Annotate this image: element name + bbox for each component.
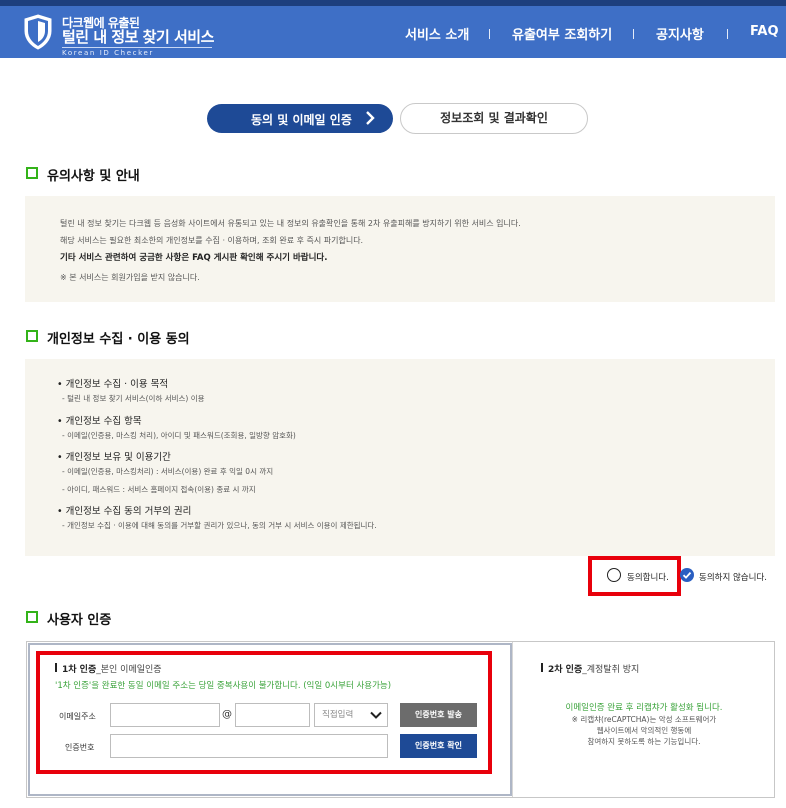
notice-line-2: 해당 서비스는 필요한 최소한의 개인정보를 수집 · 이용하며, 조회 완료 … xyxy=(60,236,364,245)
recaptcha-activation-notice: 이메일인증 완료 후 리캡챠가 활성화 됩니다. xyxy=(565,703,723,713)
notice-section-title: 유의사항 및 안내 xyxy=(47,169,140,184)
section-marker-icon xyxy=(26,167,38,179)
agree-label[interactable]: 동의합니다. xyxy=(627,571,669,583)
nav-service-intro[interactable]: 서비스 소개 xyxy=(405,24,469,43)
shield-logo-icon[interactable] xyxy=(24,14,52,50)
consent-retention-detail-1: - 이메일(인증용, 마스킹처리) : 서비스(이용) 완료 후 익일 0시 까… xyxy=(62,467,274,476)
agree-radio[interactable] xyxy=(607,568,621,582)
recaptcha-desc-1: ※ 리캡챠(reCAPTCHA)는 악성 소프트웨어가 xyxy=(571,715,717,724)
section-marker-icon xyxy=(26,611,38,623)
consent-retention-detail-2: - 아이디, 패스워드 : 서비스 홈페이지 접속(이용) 종료 시 까지 xyxy=(62,485,256,494)
recaptcha-desc-2: 웹사이트에서 악의적인 행동에 xyxy=(596,726,692,735)
step-lookup-result: 정보조회 및 결과확인 xyxy=(400,103,588,134)
nav-divider xyxy=(489,29,490,39)
consent-section-title: 개인정보 수집 · 이용 동의 xyxy=(47,332,190,347)
checkmark-icon xyxy=(682,571,692,579)
step-consent-label: 동의 및 이메일 인증 xyxy=(251,113,352,127)
nav-leak-check[interactable]: 유출여부 조회하기 xyxy=(512,24,612,43)
second-auth-title: 2차 인증_계정탈취 방지 xyxy=(548,662,639,675)
nav-divider xyxy=(633,29,634,39)
second-auth-title-main: 2차 인증 xyxy=(548,665,583,675)
nav-divider xyxy=(727,29,728,39)
consent-refuse-detail: - 개인정보 수집 · 이용에 대해 동의를 거부할 권리가 있으나, 동의 거… xyxy=(62,521,377,530)
nav-notice[interactable]: 공지사항 xyxy=(656,24,704,43)
notice-line-1: 털린 내 정보 찾기는 다크웹 등 음성화 사이트에서 유통되고 있는 내 정보… xyxy=(60,219,521,228)
nav-faq[interactable]: FAQ xyxy=(750,24,779,39)
email-auth-highlight-frame xyxy=(36,651,492,774)
consent-panel: • 개인정보 수집 · 이용 목적 - 털린 내 정보 찾기 서비스(이하 서비… xyxy=(25,359,775,556)
recaptcha-desc-3: 참여하지 못하도록 하는 기능입니다. xyxy=(587,737,701,746)
disagree-radio-checked[interactable] xyxy=(680,568,694,582)
logo-title[interactable]: 털린 내 정보 찾기 서비스 xyxy=(62,26,214,47)
consent-purpose-detail: - 털린 내 정보 찾기 서비스(이하 서비스) 이용 xyxy=(62,394,205,403)
consent-purpose-heading: • 개인정보 수집 · 이용 목적 xyxy=(57,379,169,390)
consent-refuse-heading: • 개인정보 수집 동의 거부의 권리 xyxy=(57,506,192,517)
consent-items-detail: - 이메일(인증용, 마스킹 처리), 아이디 및 패스워드(조회용, 일방향 … xyxy=(62,431,296,440)
site-header: 다크웹에 유출된 털린 내 정보 찾기 서비스 Korean ID Checke… xyxy=(0,6,786,58)
consent-items-heading: • 개인정보 수집 항목 xyxy=(57,416,142,427)
auth-section-title: 사용자 인증 xyxy=(47,613,112,628)
notice-line-4: ※ 본 서비스는 회원가입을 받지 않습니다. xyxy=(60,273,200,282)
section-marker-icon xyxy=(26,330,38,342)
title-bar-marker xyxy=(541,663,543,672)
disagree-label[interactable]: 동의하지 않습니다. xyxy=(699,571,767,583)
consent-retention-heading: • 개인정보 보유 및 이용기간 xyxy=(57,452,171,463)
notice-line-3: 기타 서비스 관련하여 궁금한 사항은 FAQ 게시판 확인해 주시기 바랍니다… xyxy=(60,253,328,263)
second-auth-title-sub: _계정탈취 방지 xyxy=(582,665,640,675)
logo-subtitle: Korean ID Checker xyxy=(62,47,212,57)
chevron-right-icon xyxy=(366,111,375,125)
notice-panel: 털린 내 정보 찾기는 다크웹 등 음성화 사이트에서 유통되고 있는 내 정보… xyxy=(25,196,775,302)
step-consent-email: 동의 및 이메일 인증 xyxy=(207,104,393,133)
